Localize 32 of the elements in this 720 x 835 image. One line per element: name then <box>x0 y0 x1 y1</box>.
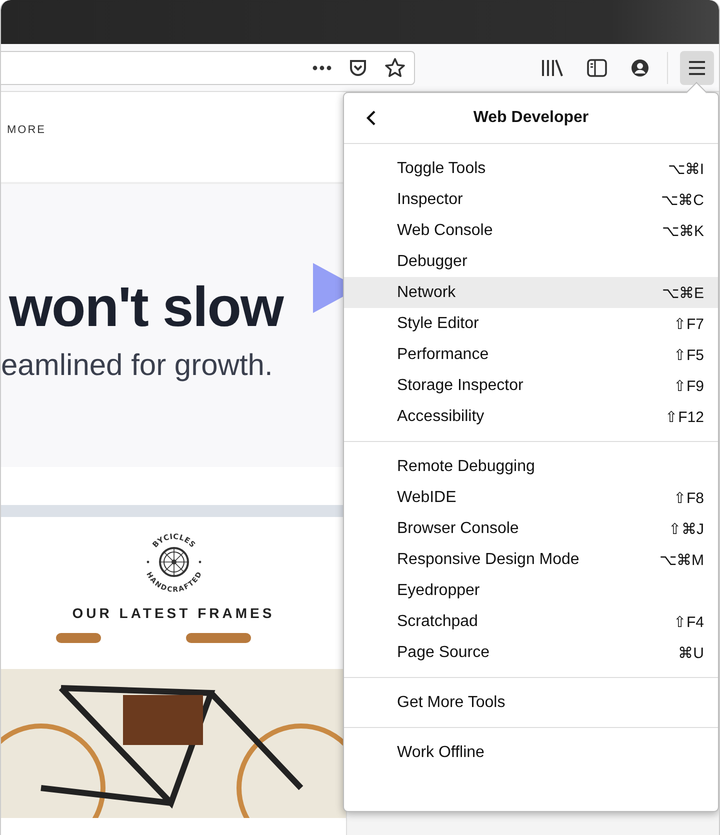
back-icon <box>366 110 376 126</box>
menu-item[interactable]: Performance ⇧F5 <box>344 339 718 370</box>
menu-item[interactable]: Inspector ⌥⌘C <box>344 184 718 215</box>
menu-item[interactable]: Style Editor ⇧F7 <box>344 308 718 339</box>
menu-item[interactable]: Work Offline <box>344 737 718 768</box>
headline: won't slow <box>8 274 283 339</box>
menu-icon <box>688 60 706 76</box>
library-icon[interactable] <box>541 58 563 76</box>
menu-item[interactable]: Responsive Design Mode ⌥⌘M <box>344 544 718 575</box>
nav-link[interactable]: MORE <box>7 124 46 136</box>
menu-item[interactable]: Storage Inspector ⇧F9 <box>344 370 718 401</box>
menu-item[interactable]: Web Console ⌥⌘K <box>344 215 718 246</box>
subtitle: eamlined for growth. <box>1 349 274 383</box>
more-icon[interactable] <box>312 64 332 70</box>
section-title: OUR LATEST FRAMES <box>72 605 275 621</box>
menu-item[interactable]: Page Source ⌘U <box>344 637 718 668</box>
menu-item[interactable]: Scratchpad ⇧F4 <box>344 606 718 637</box>
menu-item[interactable]: Debugger <box>344 246 718 277</box>
sidebar-icon[interactable] <box>587 58 607 76</box>
menu-item[interactable]: WebIDE ⇧F8 <box>344 482 718 513</box>
account-icon[interactable] <box>631 58 649 76</box>
menu-button[interactable] <box>680 50 714 84</box>
menu-item[interactable]: Eyedropper <box>344 575 718 606</box>
menu-item[interactable]: Network ⌥⌘E <box>344 277 718 308</box>
menu-item[interactable]: Get More Tools <box>344 687 718 718</box>
menu-item[interactable]: Toggle Tools ⌥⌘I <box>344 153 718 184</box>
menu-title: Web Developer <box>473 109 589 127</box>
menu-item[interactable]: Browser Console ⇧⌘J <box>344 513 718 544</box>
pocket-icon[interactable] <box>348 58 368 78</box>
star-icon[interactable] <box>384 56 406 78</box>
menu-item[interactable]: Accessibility ⇧F12 <box>344 401 718 432</box>
menu-item[interactable]: Remote Debugging <box>344 451 718 482</box>
